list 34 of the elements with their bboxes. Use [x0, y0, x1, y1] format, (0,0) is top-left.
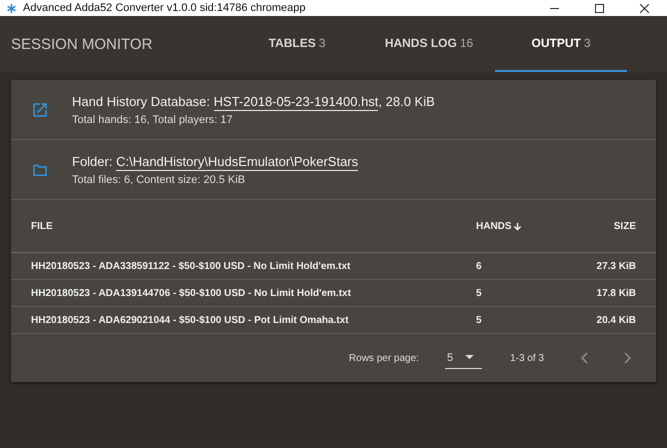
- rows-per-page-label: Rows per page:: [348, 352, 419, 364]
- chevron-left-icon[interactable]: [580, 352, 588, 364]
- tab[interactable]: TABLES 3: [231, 16, 363, 72]
- rows-per-page-select[interactable]: 5: [444, 348, 482, 368]
- page-range: 1-3 of 3: [510, 352, 544, 364]
- window-title: Advanced Adda52 Converter v1.0.0 sid:14786 chromeapp: [23, 2, 307, 14]
- table-cell-text: HH20180523 - ADA629021044 - $50-$100 USD - Pot Limit Omaha.txt: [31, 314, 350, 326]
- open-in-new-icon[interactable]: [31, 100, 49, 118]
- output-title: Hand History Database: HST-2018-05-23-191400.hst, 28.0 KiB: [72, 94, 435, 108]
- snowflake-icon: [6, 2, 17, 14]
- maximize-icon[interactable]: [595, 4, 604, 12]
- table-cell-text: 27.3 KiB: [596, 260, 636, 272]
- table-cell-text: 6: [476, 260, 483, 272]
- file-link[interactable]: HST-2018-05-23-191400.hst: [214, 94, 378, 110]
- table-cell-text: HH20180523 - ADA338591122 - $50-$100 USD - No Limit Hold'em.txt: [31, 260, 352, 272]
- table-cell-text: 20.4 KiB: [596, 314, 636, 326]
- tab[interactable]: HANDS LOG 16: [363, 16, 495, 72]
- table-cell-text: HH20180523 - ADA139144706 - $50-$100 USD - No Limit Hold'em.txt: [31, 288, 352, 298]
- table-cell-text: 17.8 KiB: [596, 288, 636, 298]
- close-icon[interactable]: [640, 4, 649, 12]
- output-details: Total files: 6, Content size: 20.5 KiB: [72, 174, 246, 186]
- column-header[interactable]: FILE: [31, 220, 476, 232]
- column-header[interactable]: HANDS: [476, 220, 556, 232]
- file-link[interactable]: C:\HandHistory\HudsEmulator\PokerStars: [116, 154, 358, 170]
- app-title: SESSION MONITOR: [11, 36, 154, 52]
- arrow-down-icon[interactable]: [512, 222, 522, 230]
- tab[interactable]: OUTPUT 3: [495, 16, 627, 72]
- chevron-right-icon[interactable]: [624, 352, 632, 364]
- output-title: Folder: C:\HandHistory\HudsEmulator\PokerStars: [72, 154, 358, 168]
- column-header[interactable]: SIZE: [556, 220, 636, 232]
- caret-icon: [465, 355, 474, 360]
- output-details: Total hands: 16, Total players: 17: [72, 114, 234, 126]
- table-cell-text: 5: [476, 314, 483, 326]
- table-cell-text: 5: [476, 288, 483, 298]
